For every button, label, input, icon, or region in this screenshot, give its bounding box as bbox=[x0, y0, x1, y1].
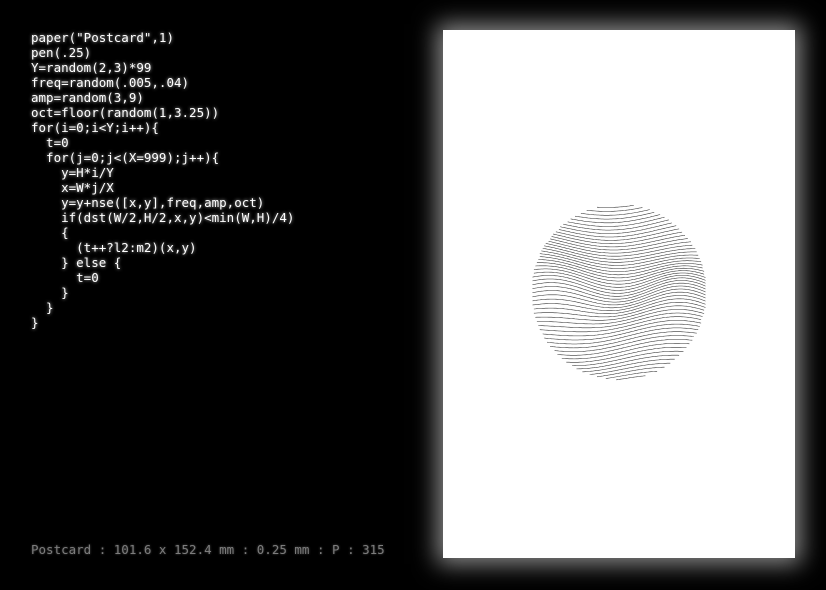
plot-line bbox=[563, 219, 669, 231]
plot-lines bbox=[532, 205, 706, 381]
plot-line bbox=[538, 259, 703, 276]
plot-line bbox=[544, 245, 696, 260]
code-line: } bbox=[31, 285, 69, 300]
status-bar: Postcard : 101.6 x 152.4 mm : 0.25 mm : … bbox=[31, 542, 385, 557]
code-line: t=0 bbox=[31, 135, 69, 150]
code-line: } bbox=[31, 300, 54, 315]
code-line: amp=random(3,9) bbox=[31, 90, 144, 105]
plot-drawing bbox=[532, 205, 706, 381]
code-line: pen(.25) bbox=[31, 45, 92, 60]
code-line: if(dst(W/2,H/2,x,y)<min(W,H)/4) bbox=[31, 210, 295, 225]
code-line: freq=random(.005,.04) bbox=[31, 75, 190, 90]
plot-line bbox=[558, 225, 677, 238]
plot-line bbox=[532, 277, 706, 294]
plot-line bbox=[616, 375, 646, 381]
code-line: x=W*j/X bbox=[31, 180, 114, 195]
plot-line bbox=[574, 212, 655, 220]
code-line: } bbox=[31, 315, 39, 330]
plot-line bbox=[576, 354, 680, 370]
plot-line bbox=[552, 231, 683, 244]
plot-line bbox=[560, 222, 672, 234]
plot-line bbox=[532, 285, 706, 303]
plot-line bbox=[572, 350, 684, 366]
plot-line bbox=[532, 282, 706, 300]
plot-line bbox=[533, 268, 705, 285]
code-line: for(i=0;i<Y;i++){ bbox=[31, 120, 159, 135]
code-line: y=y+nse([x,y],freq,amp,oct) bbox=[31, 195, 265, 210]
plot-line bbox=[586, 207, 643, 212]
plot-line bbox=[532, 291, 706, 309]
code-line: } else { bbox=[31, 255, 122, 270]
plot-line bbox=[589, 362, 671, 375]
code-line: oct=floor(random(1,3.25)) bbox=[31, 105, 220, 120]
code-line: y=H*i/Y bbox=[31, 165, 114, 180]
code-line: (t++?l2:m2)(x,y) bbox=[31, 240, 197, 255]
plot-line bbox=[533, 298, 706, 314]
plot-line bbox=[555, 228, 680, 241]
code-line: for(j=0;j<(X=999);j++){ bbox=[31, 150, 220, 165]
code-line: { bbox=[31, 225, 69, 240]
code-line: paper("Postcard",1) bbox=[31, 30, 174, 45]
plot-line bbox=[596, 205, 634, 208]
plot-line bbox=[551, 235, 686, 248]
code-line: t=0 bbox=[31, 270, 99, 285]
code-editor[interactable]: paper("Postcard",1) pen(.25) Y=random(2,3)… bbox=[31, 30, 411, 330]
code-line: Y=random(2,3)*99 bbox=[31, 60, 152, 75]
plot-line bbox=[532, 280, 706, 297]
paper-preview bbox=[443, 30, 795, 558]
